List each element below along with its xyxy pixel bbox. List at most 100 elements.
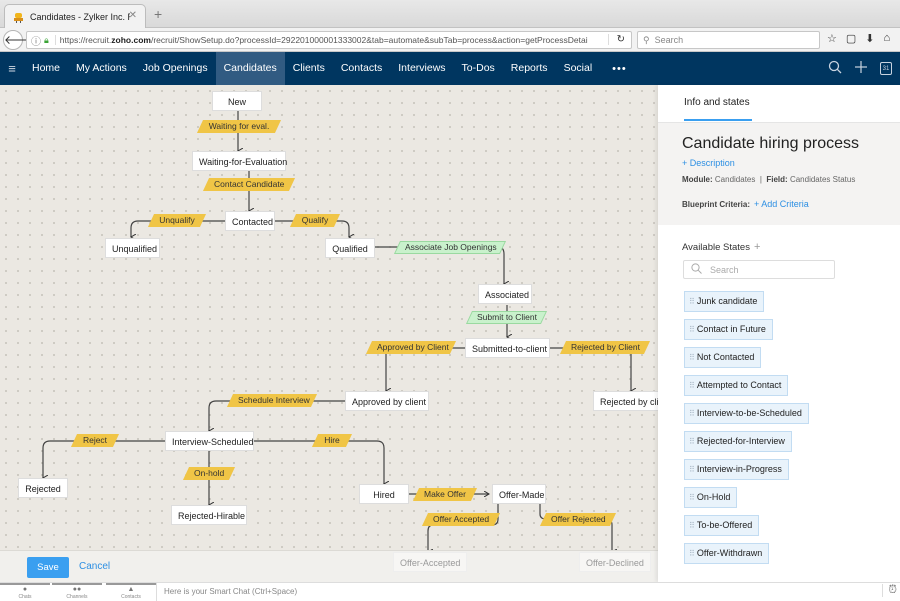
smart-chat-input[interactable]: Here is your Smart Chat (Ctrl+Space) — [156, 583, 876, 601]
tab-info-and-states[interactable]: Info and states — [684, 97, 750, 108]
close-tab-icon[interactable]: ✕ — [129, 10, 137, 21]
state-offer-made[interactable]: Offer-Made — [492, 484, 546, 504]
clipboard-icon[interactable]: ▢ — [846, 32, 856, 45]
transition-qualify[interactable]: Qualify — [293, 214, 337, 227]
drag-handle-icon[interactable]: ⠿ — [689, 297, 695, 306]
chat-tab-contacts[interactable]: ▲ Contacts — [106, 583, 156, 601]
process-info: Candidate hiring process + Description M… — [658, 123, 900, 225]
transition-unqualify[interactable]: Unqualify — [151, 214, 203, 227]
new-tab-icon[interactable]: + — [154, 6, 162, 22]
hamburger-menu-icon[interactable]: ≡ — [0, 61, 24, 76]
transition-offer-rejected[interactable]: Offer Rejected — [543, 513, 613, 526]
nav-home[interactable]: Home — [24, 52, 68, 85]
state-approved-by-client[interactable]: Approved by client — [345, 391, 429, 411]
calendar-icon[interactable]: 31 — [880, 62, 892, 75]
transition-reject[interactable]: Reject — [74, 434, 116, 447]
available-state-chip[interactable]: ⠿ Not Contacted — [684, 347, 762, 368]
drag-handle-icon[interactable]: ⠿ — [689, 325, 695, 334]
state-interview-scheduled[interactable]: Interview-Scheduled — [165, 431, 254, 451]
transition-approved-by-client[interactable]: Approved by Client — [369, 341, 453, 354]
drag-handle-icon[interactable]: ⠿ — [689, 521, 695, 530]
add-criteria-link[interactable]: + Add Criteria — [754, 199, 809, 209]
add-state-icon[interactable]: + — [754, 241, 760, 253]
transition-on-hold[interactable]: On-hold — [186, 467, 232, 480]
blueprint-canvas[interactable]: New Waiting-for-Evaluation Contacted Unq… — [0, 85, 658, 550]
drag-handle-icon[interactable]: ⠿ — [689, 493, 695, 502]
chat-tab-chats[interactable]: ● Chats — [0, 583, 50, 601]
drag-handle-icon[interactable]: ⠿ — [689, 409, 695, 418]
nav-interviews[interactable]: Interviews — [390, 52, 453, 85]
state-unqualified[interactable]: Unqualified — [105, 238, 160, 258]
bookmark-star-icon[interactable]: ☆ — [827, 32, 837, 45]
transition-submit-to-client[interactable]: Submit to Client — [469, 311, 544, 324]
drag-handle-icon[interactable]: ⠿ — [689, 353, 695, 362]
nav-contacts[interactable]: Contacts — [333, 52, 390, 85]
transition-contact-candidate[interactable]: Contact Candidate — [206, 178, 292, 191]
state-new[interactable]: New — [212, 91, 262, 111]
contact-person-icon: ▲ — [127, 586, 135, 593]
state-hired[interactable]: Hired — [359, 484, 409, 504]
search-placeholder: Search — [654, 35, 684, 45]
search-icon — [691, 262, 702, 277]
address-bar[interactable]: ⓘ 🔒︎ https://recruit.zoho.com/recruit/Sh… — [26, 31, 632, 49]
alarm-clock-icon[interactable]: ⏰︎ — [882, 584, 897, 597]
state-contacted[interactable]: Contacted — [225, 211, 275, 231]
state-submitted-to-client[interactable]: Submitted-to-client — [465, 338, 550, 358]
available-state-chip[interactable]: ⠿ Offer-Withdrawn — [684, 543, 770, 564]
nav-reports[interactable]: Reports — [503, 52, 556, 85]
state-associated[interactable]: Associated — [478, 284, 532, 304]
drag-handle-icon[interactable]: ⠿ — [689, 465, 695, 474]
state-waiting-for-evaluation[interactable]: Waiting-for-Evaluation — [192, 151, 287, 171]
back-arrow-icon[interactable]: 🡐 — [3, 30, 36, 50]
state-label: Not Contacted — [696, 352, 755, 362]
state-offer-declined[interactable]: Offer-Declined — [579, 552, 651, 572]
nav-candidates[interactable]: Candidates — [215, 52, 285, 85]
drag-handle-icon[interactable]: ⠿ — [689, 381, 695, 390]
search-icon[interactable] — [828, 60, 842, 78]
cancel-button[interactable]: Cancel — [79, 561, 110, 572]
available-state-chip[interactable]: ⠿ Attempted to Contact — [684, 375, 789, 396]
transition-associate-job-openings[interactable]: Associate Job Openings — [397, 241, 503, 254]
state-rejected[interactable]: Rejected — [18, 478, 68, 498]
state-rejected-hirable[interactable]: Rejected-Hirable — [171, 505, 247, 525]
reload-icon[interactable]: ↻ — [607, 34, 625, 45]
transition-hire[interactable]: Hire — [315, 434, 349, 447]
chat-tab-channels[interactable]: ●● Channels — [52, 583, 102, 601]
nav-todos[interactable]: To-Dos — [454, 52, 503, 85]
nav-social[interactable]: Social — [556, 52, 601, 85]
available-state-chip[interactable]: ⠿ Interview-in-Progress — [684, 459, 789, 480]
available-state-chip[interactable]: ⠿ Rejected-for-Interview — [684, 431, 792, 452]
browser-tab[interactable]: Candidates - Zylker Inc. Recru ✕ — [4, 4, 146, 29]
transition-schedule-interview[interactable]: Schedule Interview — [230, 394, 314, 407]
add-icon[interactable] — [854, 60, 868, 78]
available-state-chip[interactable]: ⠿ Junk candidate — [684, 291, 765, 312]
browser-toolbar: 🡐 ⓘ 🔒︎ https://recruit.zoho.com/recruit/… — [0, 28, 900, 52]
available-state-chip[interactable]: ⠿ Contact in Future — [684, 319, 773, 340]
available-state-chip[interactable]: ⠿ On-Hold — [684, 487, 738, 508]
drag-handle-icon[interactable]: ⠿ — [689, 549, 695, 558]
available-state-chip[interactable]: ⠿ Interview-to-be-Scheduled — [684, 403, 809, 424]
nav-clients[interactable]: Clients — [285, 52, 333, 85]
url-text[interactable]: https://recruit.zoho.com/recruit/ShowSet… — [54, 35, 600, 45]
state-label: Offer-Withdrawn — [696, 548, 763, 558]
more-icon[interactable]: ••• — [600, 63, 639, 75]
active-tab-indicator — [684, 119, 752, 121]
info-icon[interactable]: ⓘ — [31, 33, 41, 48]
save-button[interactable]: Save — [27, 557, 69, 578]
nav-job-openings[interactable]: Job Openings — [135, 52, 216, 85]
browser-search-input[interactable]: ⚲ Search — [637, 31, 820, 49]
transition-make-offer[interactable]: Make Offer — [416, 488, 474, 501]
transition-waiting-for-eval[interactable]: Waiting for eval. — [200, 120, 278, 133]
drag-handle-icon[interactable]: ⠿ — [689, 437, 695, 446]
nav-my-actions[interactable]: My Actions — [68, 52, 135, 85]
download-icon[interactable]: ⬇ — [865, 32, 874, 45]
available-state-chip[interactable]: ⠿ To-be-Offered — [684, 515, 760, 536]
state-rejected-by-client[interactable]: Rejected by clie — [593, 391, 658, 411]
transition-rejected-by-client[interactable]: Rejected by Client — [563, 341, 647, 354]
state-search-input[interactable]: Search — [683, 260, 835, 279]
state-qualified[interactable]: Qualified — [325, 238, 375, 258]
transition-offer-accepted[interactable]: Offer Accepted — [425, 513, 497, 526]
state-offer-accepted[interactable]: Offer-Accepted — [393, 552, 468, 572]
home-icon[interactable]: ⌂ — [884, 32, 891, 45]
add-description-link[interactable]: + Description — [682, 158, 735, 168]
